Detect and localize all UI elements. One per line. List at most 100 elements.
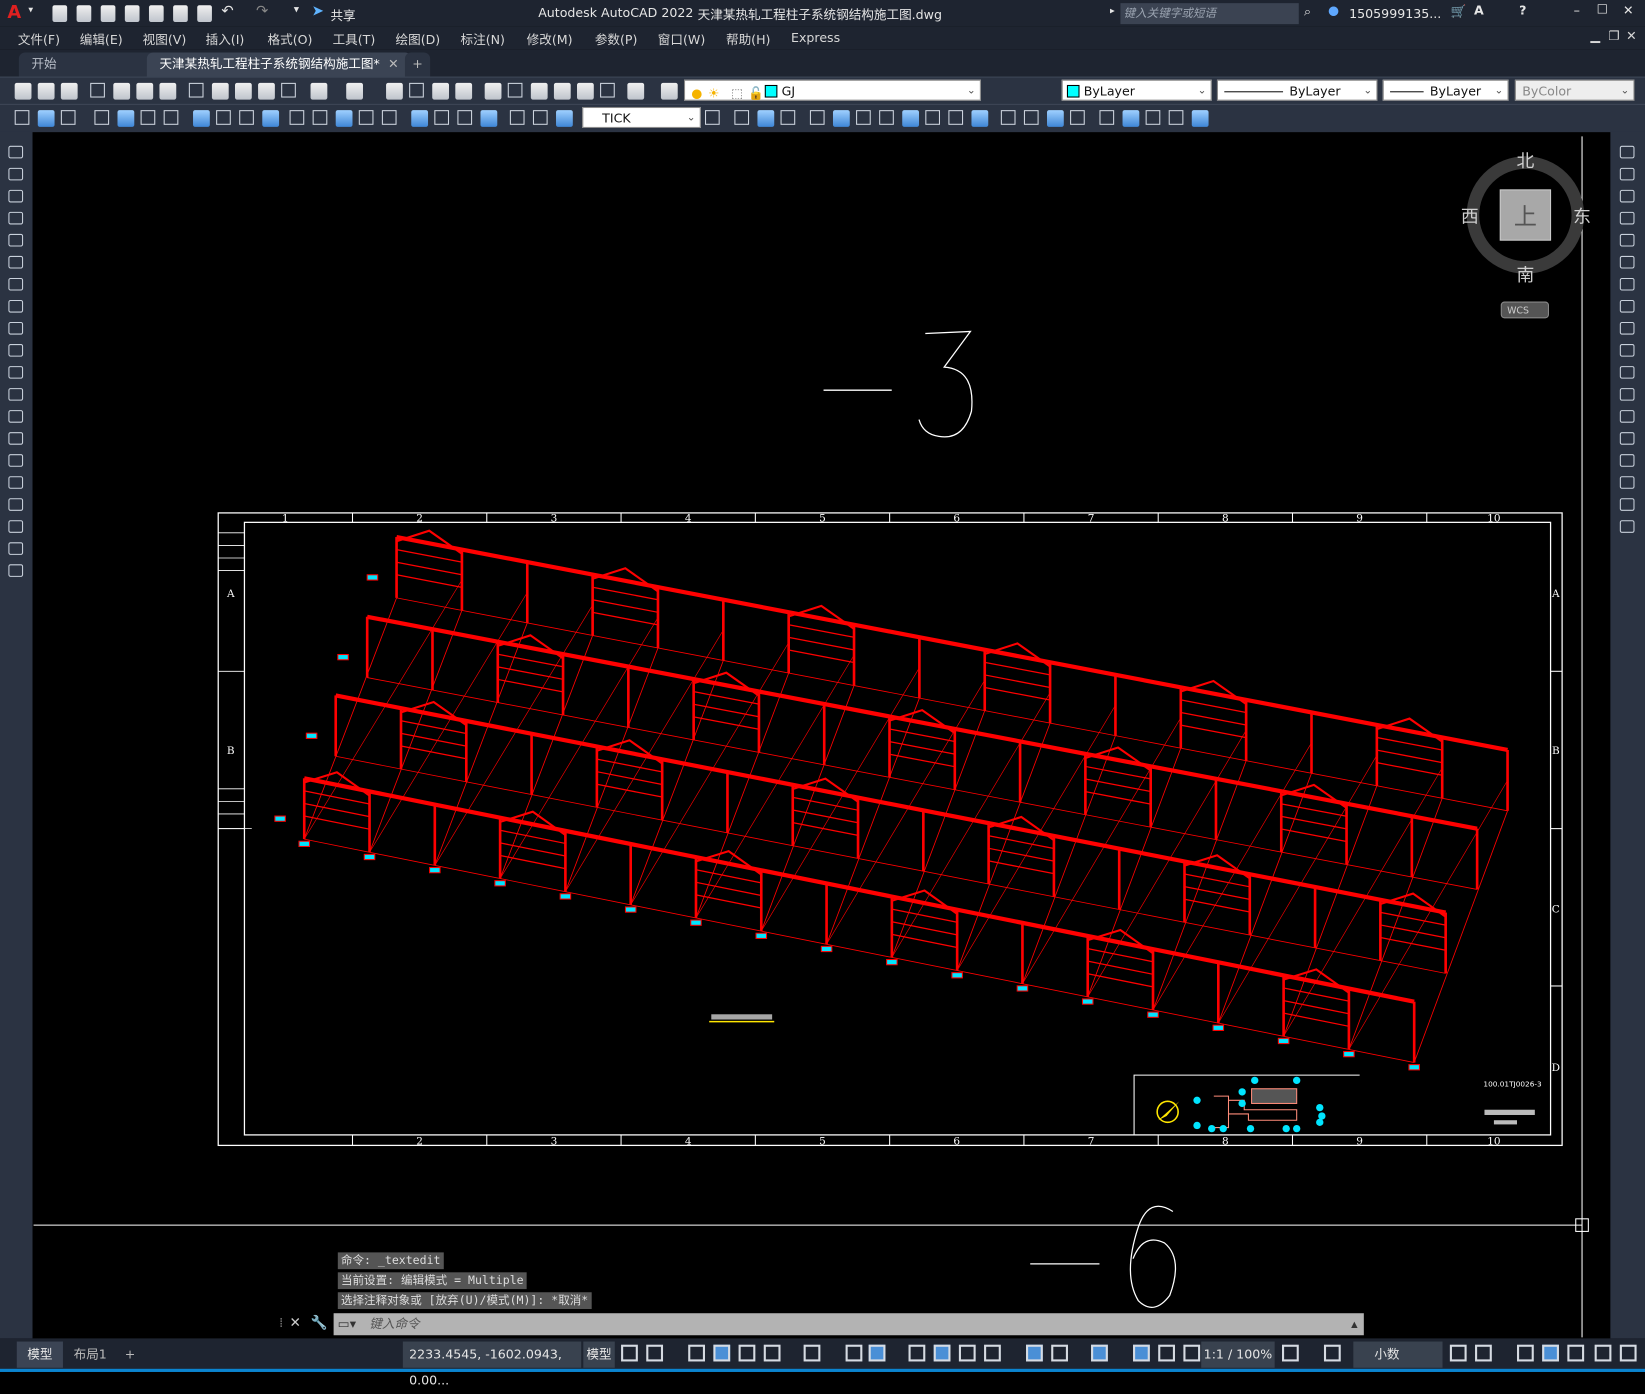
toolbar-tool-icon[interactable] [509,110,525,125]
command-input[interactable]: ▭▾ 键入命令 ▲ [333,1313,1364,1336]
status-toggle-icon[interactable] [803,1344,821,1362]
save-icon[interactable] [100,5,116,23]
draw-tool-icon[interactable] [8,233,24,247]
menu-file[interactable]: 文件(F) [18,30,60,48]
status-toggle-icon[interactable] [1449,1344,1467,1362]
status-toggle-icon[interactable] [1183,1344,1201,1362]
toolbar-tool-icon[interactable] [856,110,871,125]
toolbar-tool-icon[interactable] [310,82,328,100]
linetype-dropdown[interactable]: ByLayer ⌄ [1216,79,1378,101]
status-toggle-icon[interactable] [868,1344,886,1362]
autocad-logo-icon[interactable]: A [7,2,21,23]
modify-tool-icon[interactable] [1619,277,1635,291]
toolbar-tool-icon[interactable] [1191,110,1209,127]
units-dropdown[interactable]: 小数 [1353,1341,1443,1368]
modify-tool-icon[interactable] [1619,366,1635,379]
viewcube-face-label[interactable]: 上 [1514,204,1537,230]
status-toggle-icon[interactable] [845,1344,863,1362]
doc-restore-button[interactable]: ❐ [1608,28,1619,43]
status-toggle-icon[interactable] [1542,1344,1559,1362]
menu-tools[interactable]: 工具(T) [333,30,376,48]
modify-tool-icon[interactable] [1619,167,1635,181]
modify-tool-icon[interactable] [1619,344,1635,357]
modify-tool-icon[interactable] [1619,255,1635,269]
modify-tool-icon[interactable] [1619,299,1635,313]
toolbar-tool-icon[interactable] [1099,110,1115,125]
draw-tool-icon[interactable] [8,145,24,159]
toolbar-tool-icon[interactable] [193,110,210,127]
toolbar-tool-icon[interactable] [411,110,429,127]
draw-tool-icon[interactable] [8,366,24,379]
status-toggle-icon[interactable] [1282,1344,1299,1362]
user-icon[interactable]: ● [1328,3,1339,18]
modify-tool-icon[interactable] [1619,233,1635,247]
toolbar-tool-icon[interactable] [163,110,179,125]
status-toggle-icon[interactable] [908,1344,926,1362]
toolbar-tool-icon[interactable] [37,82,55,100]
command-history-toggle-icon[interactable]: ▲ [1351,1313,1357,1335]
draw-tool-icon[interactable] [8,299,24,313]
modify-tool-icon[interactable] [1619,145,1635,159]
toolbar-tool-icon[interactable] [1023,110,1039,125]
modify-tool-icon[interactable] [1619,410,1635,423]
menu-express[interactable]: Express [791,30,840,45]
draw-tool-icon[interactable] [8,322,24,335]
modify-tool-icon[interactable] [1619,520,1635,533]
toolbar-tool-icon[interactable] [358,110,374,125]
draw-tool-icon[interactable] [8,255,24,269]
menu-parametric[interactable]: 参数(P) [595,30,638,48]
toolbar-tool-icon[interactable] [507,82,523,98]
draw-tool-icon[interactable] [8,476,24,489]
toolbar-tool-icon[interactable] [1000,110,1016,125]
status-toggle-icon[interactable] [688,1344,705,1362]
new-tab-button[interactable]: + [404,52,431,77]
toolbar-tool-icon[interactable] [281,82,296,98]
toolbar-tool-icon[interactable] [780,110,796,125]
toolbar-tool-icon[interactable] [1047,110,1064,127]
toolbar-tool-icon[interactable] [971,110,989,127]
tab-start[interactable]: 开始 [18,52,158,77]
share-button[interactable]: 共享 [330,6,355,24]
menu-format[interactable]: 格式(O) [268,30,313,48]
toolbar-tool-icon[interactable] [289,110,305,125]
toolbar-tool-icon[interactable] [312,110,328,125]
toolbar-tool-icon[interactable] [262,110,280,127]
modify-tool-icon[interactable] [1619,498,1635,511]
menu-view[interactable]: 视图(V) [143,30,187,48]
coordinates-readout[interactable]: 2233.4545, -1602.0943, 0.00... [402,1341,582,1388]
search-expand-icon[interactable]: ▸ [1110,6,1115,16]
customize-qat-icon[interactable]: ▾ [294,4,299,16]
toolbar-tool-icon[interactable] [117,110,135,127]
tab-active-drawing[interactable]: 天津某热轧工程柱子系统钢结构施工图* ✕ [146,52,412,77]
draw-tool-icon[interactable] [8,388,24,401]
layer-on-icon[interactable]: ● [691,83,702,104]
toolbar-tool-icon[interactable] [553,82,571,100]
status-toggle-icon[interactable] [713,1344,731,1362]
status-toggle-icon[interactable] [984,1344,1001,1362]
toolbar-tool-icon[interactable] [346,82,363,100]
status-toggle-icon[interactable] [1026,1344,1043,1362]
toolbar-tool-icon[interactable] [948,110,964,125]
toolbar-tool-icon[interactable] [480,110,498,127]
undo-icon[interactable]: ↶ [221,3,233,20]
add-layout-button[interactable]: + [120,1342,141,1368]
open-icon[interactable] [76,5,92,23]
toolbar-tool-icon[interactable] [211,82,229,100]
layer-thaw-icon[interactable]: ☀ [708,83,719,104]
toolbar-tool-icon[interactable] [216,110,231,125]
toolbar-tool-icon[interactable] [757,110,775,127]
compass-west[interactable]: 西 [1461,206,1479,227]
close-button[interactable]: ✕ [1623,3,1634,18]
help-icon[interactable]: ? [1519,3,1526,18]
toolbar-tool-icon[interactable] [381,110,397,125]
status-toggle-icon[interactable] [1594,1344,1612,1362]
command-customize-icon[interactable]: 🔧 [311,1315,328,1331]
menu-dimension[interactable]: 标注(N) [461,30,505,48]
toolbar-tool-icon[interactable] [335,110,353,127]
draw-tool-icon[interactable] [8,542,24,555]
toolbar-tool-icon[interactable] [14,110,30,125]
toolbar-tool-icon[interactable] [455,82,473,100]
modify-tool-icon[interactable] [1619,189,1635,203]
menu-insert[interactable]: 插入(I) [206,30,245,48]
model-space-button[interactable]: 模型 [583,1341,615,1368]
